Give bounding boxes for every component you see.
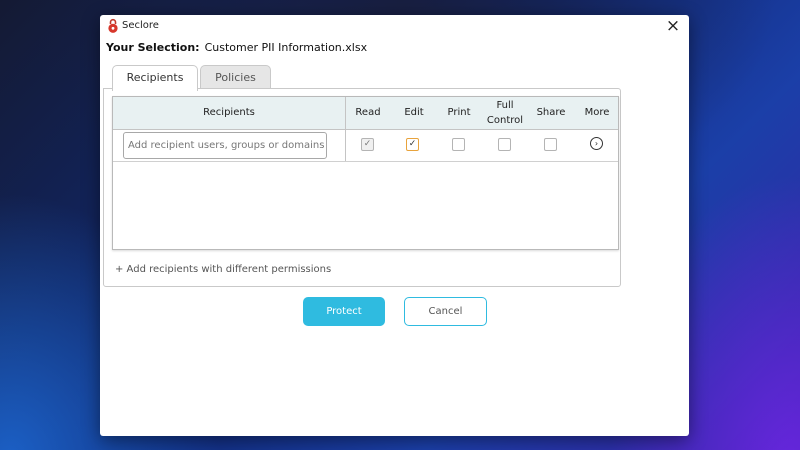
checkmark-icon: ✓ xyxy=(363,139,372,149)
header-print: Print xyxy=(447,107,471,118)
header-full-control: Full Control xyxy=(483,100,527,127)
recipient-input[interactable] xyxy=(123,132,327,159)
protect-button[interactable]: Protect xyxy=(303,297,385,326)
table-header: Recipients Read Edit Print Full Control … xyxy=(113,97,618,130)
header-full-control-line2: Control xyxy=(486,115,524,126)
close-icon[interactable]: × xyxy=(664,17,682,35)
header-full-control-line1: Full xyxy=(496,100,514,111)
read-checkbox[interactable]: ✓ xyxy=(361,138,374,151)
full-control-checkbox[interactable] xyxy=(498,138,511,151)
app-title: Seclore xyxy=(122,20,159,31)
title-bar: Seclore × xyxy=(100,15,689,37)
chevron-right-circle-icon[interactable]: › xyxy=(590,137,603,150)
permissions-table: Recipients Read Edit Print Full Control … xyxy=(112,96,619,250)
tab-recipients[interactable]: Recipients xyxy=(112,65,198,91)
cancel-button[interactable]: Cancel xyxy=(404,297,487,326)
edit-checkbox[interactable]: ✓ xyxy=(406,138,419,151)
header-recipients: Recipients xyxy=(203,107,255,118)
selection-label: Your Selection: xyxy=(106,41,200,54)
header-edit: Edit xyxy=(404,107,424,118)
share-checkbox[interactable] xyxy=(544,138,557,151)
seclore-dialog: Seclore × Your Selection: Customer PII In… xyxy=(100,15,689,436)
print-checkbox[interactable] xyxy=(452,138,465,151)
header-share: Share xyxy=(536,107,566,118)
tab-policies[interactable]: Policies xyxy=(200,65,271,90)
header-more: More xyxy=(584,107,610,118)
selected-file-name: Customer PII Information.xlsx xyxy=(204,41,368,54)
checkmark-icon: ✓ xyxy=(408,139,417,149)
seclore-lock-icon xyxy=(108,18,118,33)
add-recipients-link[interactable]: + Add recipients with different permissi… xyxy=(115,264,331,275)
recipients-panel: Recipients Read Edit Print Full Control … xyxy=(103,88,621,287)
selection-line: Your Selection: Customer PII Information.… xyxy=(106,41,367,54)
header-read: Read xyxy=(355,107,381,118)
